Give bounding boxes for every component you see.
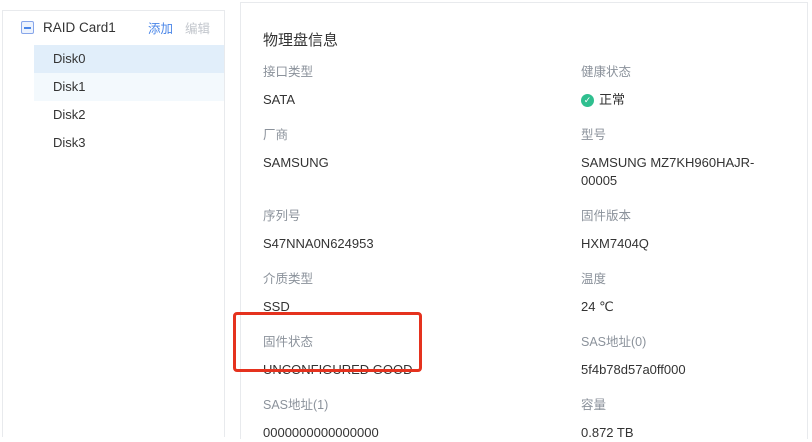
- field-label: 容量: [581, 396, 787, 414]
- field-firmware-version: 固件版本 HXM7404Q: [581, 207, 787, 253]
- check-circle-icon: ✓: [581, 94, 594, 107]
- add-link[interactable]: 添加: [148, 18, 173, 37]
- collapse-minus-icon[interactable]: [21, 21, 34, 34]
- page-title: 物理盘信息: [263, 29, 787, 50]
- tree-node-raid-card[interactable]: RAID Card1 添加 编辑: [3, 11, 224, 43]
- field-value: SAMSUNG MZ7KH960HAJR-00005: [581, 154, 787, 190]
- field-label: SAS地址(0): [581, 333, 787, 351]
- field-value: S47NNA0N624953: [263, 235, 581, 253]
- field-sas-address-1: SAS地址(1) 0000000000000000: [263, 396, 581, 442]
- minus-glyph: [24, 27, 31, 29]
- field-vendor: 厂商 SAMSUNG: [263, 126, 581, 190]
- field-label: 厂商: [263, 126, 581, 144]
- field-label: 固件状态: [263, 333, 581, 351]
- field-capacity: 容量 0.872 TB: [581, 396, 787, 442]
- field-interface-type: 接口类型 SATA: [263, 63, 581, 109]
- field-label: 固件版本: [581, 207, 787, 225]
- field-value: SATA: [263, 91, 581, 109]
- field-value: 0.872 TB: [581, 424, 787, 442]
- sidebar-panel: RAID Card1 添加 编辑 Disk0 Disk1 Disk2 Disk3: [2, 10, 225, 437]
- field-sas-address-0: SAS地址(0) 5f4b78d57a0ff000: [581, 333, 787, 379]
- field-health-status: 健康状态 ✓ 正常: [581, 63, 787, 109]
- health-status-text: 正常: [599, 91, 625, 109]
- field-label: 型号: [581, 126, 787, 144]
- field-grid: 接口类型 SATA 健康状态 ✓ 正常 厂商 SAMSUNG 型号 SAMSUN…: [263, 63, 787, 442]
- sidebar-item-disk1[interactable]: Disk1: [34, 73, 224, 101]
- tree-actions: 添加 编辑: [148, 18, 210, 37]
- physical-disk-info-panel: 物理盘信息 接口类型 SATA 健康状态 ✓ 正常 厂商 SAMSUNG 型号 …: [240, 2, 808, 439]
- sidebar-item-disk2[interactable]: Disk2: [34, 101, 224, 129]
- field-value: UNCONFIGURED GOOD: [263, 361, 581, 379]
- field-label: 序列号: [263, 207, 581, 225]
- field-value: 5f4b78d57a0ff000: [581, 361, 787, 379]
- sidebar-item-disk0[interactable]: Disk0: [34, 45, 224, 73]
- edit-link[interactable]: 编辑: [185, 18, 210, 37]
- field-value: SAMSUNG: [263, 154, 581, 172]
- field-firmware-state: 固件状态 UNCONFIGURED GOOD: [263, 333, 581, 379]
- field-value: ✓ 正常: [581, 91, 787, 109]
- field-media-type: 介质类型 SSD: [263, 270, 581, 316]
- field-label: 介质类型: [263, 270, 581, 288]
- disk-list: Disk0 Disk1 Disk2 Disk3: [3, 45, 224, 157]
- field-label: SAS地址(1): [263, 396, 581, 414]
- field-value: 0000000000000000: [263, 424, 581, 442]
- field-value: 24 ℃: [581, 298, 787, 316]
- field-label: 温度: [581, 270, 787, 288]
- field-label: 健康状态: [581, 63, 787, 81]
- field-label: 接口类型: [263, 63, 581, 81]
- sidebar-item-disk3[interactable]: Disk3: [34, 129, 224, 157]
- field-serial-number: 序列号 S47NNA0N624953: [263, 207, 581, 253]
- field-value: HXM7404Q: [581, 235, 787, 253]
- raid-card-label: RAID Card1: [43, 20, 148, 35]
- field-model: 型号 SAMSUNG MZ7KH960HAJR-00005: [581, 126, 787, 190]
- field-temperature: 温度 24 ℃: [581, 270, 787, 316]
- field-value: SSD: [263, 298, 581, 316]
